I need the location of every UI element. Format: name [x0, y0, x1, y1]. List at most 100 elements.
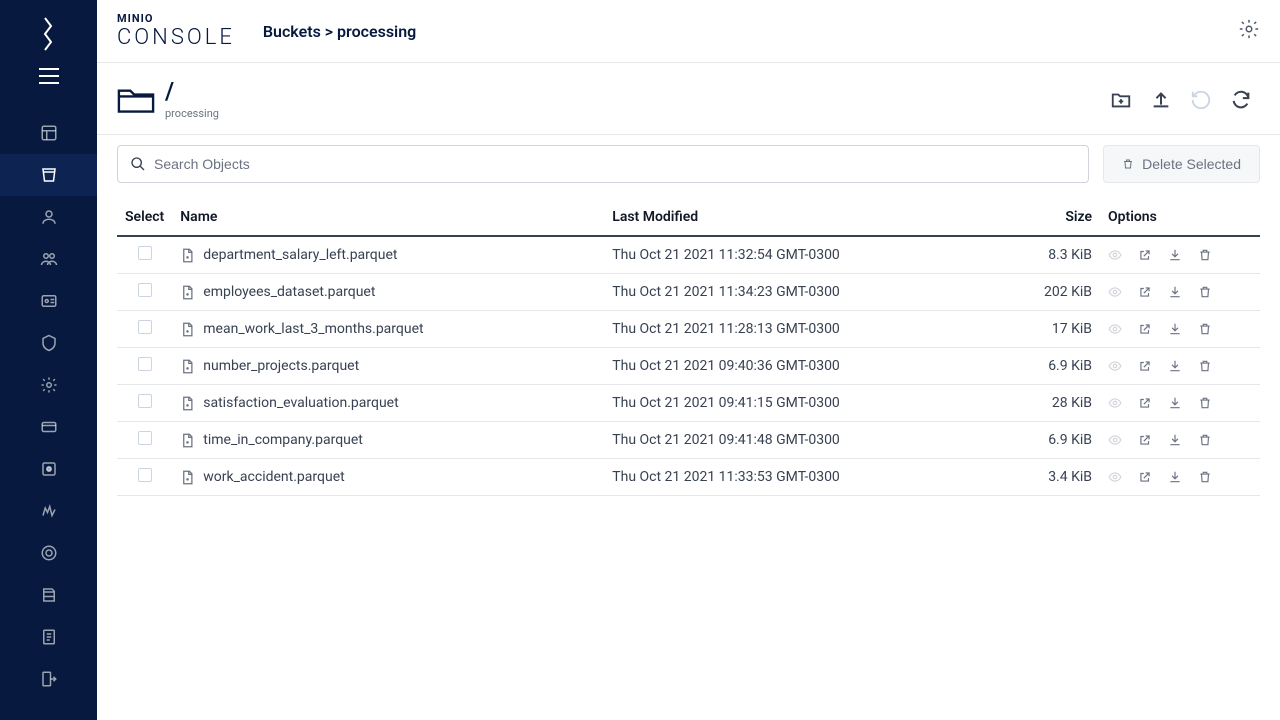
- download-icon[interactable]: [1168, 359, 1182, 373]
- file-icon: [180, 470, 195, 485]
- menu-toggle-icon[interactable]: [31, 60, 67, 96]
- download-icon[interactable]: [1168, 396, 1182, 410]
- preview-icon[interactable]: [1108, 396, 1122, 410]
- row-checkbox[interactable]: [138, 431, 152, 445]
- download-icon[interactable]: [1168, 322, 1182, 336]
- row-checkbox[interactable]: [138, 357, 152, 371]
- nav-dashboard[interactable]: [0, 112, 97, 154]
- file-modified: Thu Oct 21 2021 09:41:48 GMT-0300: [604, 422, 1010, 459]
- file-icon: [180, 359, 195, 374]
- delete-selected-button[interactable]: Delete Selected: [1103, 145, 1260, 183]
- file-modified: Thu Oct 21 2021 11:33:53 GMT-0300: [604, 459, 1010, 496]
- brand-line2: CONSOLE: [117, 25, 235, 50]
- share-icon[interactable]: [1138, 359, 1152, 373]
- download-icon[interactable]: [1168, 470, 1182, 484]
- nav-buckets[interactable]: [0, 154, 97, 196]
- nav-health[interactable]: [0, 532, 97, 574]
- file-size: 6.9 KiB: [1010, 422, 1100, 459]
- share-icon[interactable]: [1138, 433, 1152, 447]
- search-input[interactable]: [154, 156, 1076, 172]
- download-icon[interactable]: [1168, 248, 1182, 262]
- preview-icon[interactable]: [1108, 322, 1122, 336]
- file-name: mean_work_last_3_months.parquet: [203, 321, 423, 337]
- col-name: Name: [172, 199, 604, 236]
- file-modified: Thu Oct 21 2021 11:34:23 GMT-0300: [604, 274, 1010, 311]
- header: MINIO CONSOLE Buckets > processing: [97, 0, 1280, 63]
- preview-icon[interactable]: [1108, 248, 1122, 262]
- file-name: work_accident.parquet: [203, 469, 344, 485]
- nav-users[interactable]: [0, 196, 97, 238]
- share-icon[interactable]: [1138, 248, 1152, 262]
- table-row[interactable]: work_accident.parquet Thu Oct 21 2021 11:…: [117, 459, 1260, 496]
- file-size: 202 KiB: [1010, 274, 1100, 311]
- delete-icon[interactable]: [1198, 359, 1212, 373]
- nav-tiers[interactable]: [0, 574, 97, 616]
- delete-icon[interactable]: [1198, 248, 1212, 262]
- nav-accounts[interactable]: [0, 280, 97, 322]
- download-icon[interactable]: [1168, 285, 1182, 299]
- delete-selected-label: Delete Selected: [1142, 156, 1241, 172]
- nav-settings[interactable]: [0, 364, 97, 406]
- rewind-button[interactable]: [1190, 89, 1212, 111]
- folder-icon: [117, 85, 155, 115]
- search-icon: [130, 156, 146, 172]
- file-icon: [180, 322, 195, 337]
- file-size: 17 KiB: [1010, 311, 1100, 348]
- share-icon[interactable]: [1138, 396, 1152, 410]
- breadcrumb: Buckets > processing: [263, 22, 416, 41]
- file-size: 3.4 KiB: [1010, 459, 1100, 496]
- delete-icon[interactable]: [1198, 470, 1212, 484]
- preview-icon[interactable]: [1108, 359, 1122, 373]
- create-folder-button[interactable]: [1110, 89, 1132, 111]
- refresh-button[interactable]: [1230, 89, 1252, 111]
- col-modified: Last Modified: [604, 199, 1010, 236]
- file-modified: Thu Oct 21 2021 09:40:36 GMT-0300: [604, 348, 1010, 385]
- upload-button[interactable]: [1150, 89, 1172, 111]
- nav-security[interactable]: [0, 322, 97, 364]
- table-row[interactable]: time_in_company.parquetThu Oct 21 2021 0…: [117, 422, 1260, 459]
- share-icon[interactable]: [1138, 470, 1152, 484]
- col-select: Select: [117, 199, 172, 236]
- delete-icon[interactable]: [1198, 322, 1212, 336]
- share-icon[interactable]: [1138, 322, 1152, 336]
- file-icon: [180, 433, 195, 448]
- file-modified: Thu Oct 21 2021 11:28:13 GMT-0300: [604, 311, 1010, 348]
- minio-logo-icon: [37, 16, 61, 52]
- col-size: Size: [1010, 199, 1100, 236]
- brand-line1: MINIO: [117, 12, 235, 25]
- file-name: number_projects.parquet: [203, 358, 359, 374]
- table-row[interactable]: mean_work_last_3_months.parquet Thu Oct 2…: [117, 311, 1260, 348]
- settings-gear-icon[interactable]: [1238, 18, 1260, 44]
- row-checkbox[interactable]: [138, 468, 152, 482]
- share-icon[interactable]: [1138, 285, 1152, 299]
- file-modified: Thu Oct 21 2021 09:41:15 GMT-0300: [604, 385, 1010, 422]
- row-checkbox[interactable]: [138, 283, 152, 297]
- delete-icon[interactable]: [1198, 433, 1212, 447]
- row-checkbox[interactable]: [138, 394, 152, 408]
- table-row[interactable]: satisfaction_evaluation.parquetThu Oct 2…: [117, 385, 1260, 422]
- table-row[interactable]: number_projects.parquet Thu Oct 21 2021 0…: [117, 348, 1260, 385]
- delete-icon[interactable]: [1198, 285, 1212, 299]
- file-icon: [180, 248, 195, 263]
- nav-tools[interactable]: [0, 448, 97, 490]
- nav-trace[interactable]: [0, 490, 97, 532]
- nav-groups[interactable]: [0, 238, 97, 280]
- preview-icon[interactable]: [1108, 285, 1122, 299]
- table-row[interactable]: employees_dataset.parquet Thu Oct 21 2021…: [117, 274, 1260, 311]
- row-checkbox[interactable]: [138, 246, 152, 260]
- file-modified: Thu Oct 21 2021 11:32:54 GMT-0300: [604, 236, 1010, 274]
- preview-icon[interactable]: [1108, 433, 1122, 447]
- delete-icon[interactable]: [1198, 396, 1212, 410]
- preview-icon[interactable]: [1108, 470, 1122, 484]
- file-size: 6.9 KiB: [1010, 348, 1100, 385]
- file-size: 8.3 KiB: [1010, 236, 1100, 274]
- row-checkbox[interactable]: [138, 320, 152, 334]
- nav-logout[interactable]: [0, 658, 97, 700]
- col-options: Options: [1100, 199, 1260, 236]
- nav-subscription[interactable]: [0, 406, 97, 448]
- nav-docs[interactable]: [0, 616, 97, 658]
- download-icon[interactable]: [1168, 433, 1182, 447]
- search-box[interactable]: [117, 145, 1089, 183]
- table-row[interactable]: department_salary_left.parquetThu Oct 21…: [117, 236, 1260, 274]
- file-name: employees_dataset.parquet: [203, 284, 375, 300]
